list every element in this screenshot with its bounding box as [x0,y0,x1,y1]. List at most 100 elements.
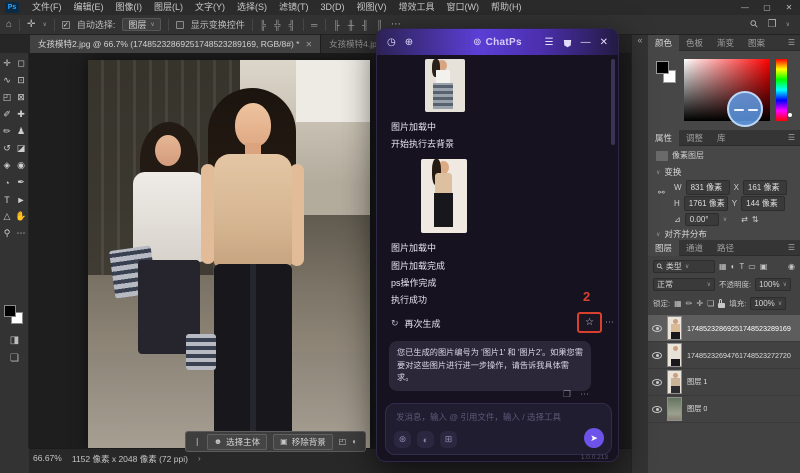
favorite-star-button[interactable]: ☆ [577,312,602,333]
opacity-dropdown[interactable]: 100% ∨ [755,278,791,291]
chevron-down-icon[interactable]: ∨ [723,216,727,223]
path-selection-tool[interactable]: ► [14,191,28,208]
menu-3d[interactable]: 3D(D) [315,0,351,15]
rotation-field[interactable]: 0.00° [684,213,719,226]
filter-image-icon[interactable]: ▦ [719,262,727,271]
attach-icon[interactable]: ⊛ [394,431,411,448]
tab-swatches[interactable]: 色板 [679,35,710,51]
style-palette-icon[interactable]: ◐ [417,431,434,448]
layer-thumbnail[interactable] [667,397,682,421]
tab-properties[interactable]: 属性 [648,129,680,146]
menu-layer[interactable]: 图层(L) [148,0,189,15]
dodge-tool[interactable]: ◔ [0,174,14,191]
align-top-icon[interactable]: ═ [311,20,318,30]
window-maximize-button[interactable]: ▢ [756,3,778,12]
menu-image[interactable]: 图像(I) [110,0,149,15]
menu-edit[interactable]: 编辑(E) [68,0,110,15]
healing-brush-tool[interactable]: ✚ [14,106,28,123]
tab-libraries[interactable]: 库 [710,130,733,146]
menu-type[interactable]: 文字(Y) [189,0,231,15]
distribute-right-icon[interactable]: ╢ [362,20,369,30]
autoselect-target-dropdown[interactable]: 图层 ∨ [122,18,161,31]
menu-view[interactable]: 视图(V) [351,0,393,15]
tab-adjustments[interactable]: 调整 [679,130,710,146]
align-left-icon[interactable]: ╠ [260,20,267,30]
visibility-eye-icon[interactable] [652,378,662,386]
layer-name[interactable]: 图层 1 [687,377,707,387]
tab-color[interactable]: 颜色 [648,34,680,51]
move-tool[interactable]: ✛ [0,55,14,72]
tab-channels[interactable]: 通道 [679,240,710,256]
distribute-left-icon[interactable]: ╟ [333,20,340,30]
marquee-tool[interactable]: ◻ [14,55,28,72]
pin-icon[interactable]: ☗ [563,37,572,48]
blur-tool[interactable]: ◉ [14,157,28,174]
align-right-icon[interactable]: ╣ [289,20,296,30]
layer-name[interactable]: 17485232694761748523272720 [687,351,791,360]
gradient-tool[interactable]: ◈ [0,157,14,174]
screen-mode-icon[interactable]: ❏ [0,353,29,364]
quick-mask-icon[interactable]: ◨ [0,335,29,346]
filter-adjustment-icon[interactable]: ◐ [731,262,736,271]
align-center-icon[interactable]: ╬ [274,20,281,30]
menu-file[interactable]: 文件(F) [26,0,68,15]
object-selection-tool[interactable]: ⊡ [14,72,28,89]
section-chevron-icon[interactable]: ∨ [656,231,660,238]
send-button[interactable]: ➤ [584,428,604,448]
lock-pixels-icon[interactable]: ✏ [686,299,693,308]
move-tool-icon[interactable]: ✛ [27,19,35,30]
crop-icon[interactable]: ◰ [339,437,347,446]
brush-tool[interactable]: ✏ [0,123,14,140]
lock-all-icon[interactable] [718,298,726,308]
close-icon[interactable]: ✕ [305,40,312,49]
layer-row[interactable]: 17485232694761748523272720 [648,342,800,369]
chat-input-box[interactable]: 发消息，输入 @ 引用文件，输入 / 选择工具 ⊛ ◐ ⊞ ➤ [385,403,612,455]
eraser-tool[interactable]: ◪ [14,140,28,157]
remove-background-button[interactable]: ▣ 移除背景 [273,433,333,450]
adjustment-icon[interactable]: ◐ [352,437,357,446]
eyedropper-tool[interactable]: ✐ [0,106,14,123]
chevron-down-icon[interactable]: ∨ [786,21,790,28]
generated-image-thumbnail-1[interactable] [425,59,465,112]
panel-menu-icon[interactable]: ☰ [788,38,800,47]
flip-horizontal-icon[interactable]: ⇄ [741,215,748,224]
history-icon[interactable]: ◷ [387,37,396,48]
filter-shape-icon[interactable]: ▭ [748,262,756,271]
zoom-tool[interactable]: ⚲ [0,225,14,242]
pen-tool[interactable]: ✒ [14,174,28,191]
new-chat-icon[interactable]: ⊕ [405,37,413,48]
status-chevron-icon[interactable]: › [198,453,201,463]
window-close-button[interactable]: ✕ [778,3,800,12]
tab-patterns[interactable]: 图案 [741,35,772,51]
tab-layers[interactable]: 图层 [648,239,680,256]
filter-smartobject-icon[interactable]: ▣ [760,262,768,271]
foreground-color-swatch[interactable] [4,305,16,317]
home-icon[interactable]: ⌂ [6,19,12,30]
lasso-tool[interactable]: ∿ [0,72,14,89]
layer-thumbnail[interactable] [667,370,682,394]
tab-paths[interactable]: 路径 [710,240,741,256]
layer-row[interactable]: 图层 0 [648,396,800,423]
lock-artboard-icon[interactable]: ❏ [707,299,714,308]
menu-window[interactable]: 窗口(W) [441,0,486,15]
more-actions-icon[interactable]: ⋯ [580,389,589,400]
y-field[interactable]: 144 像素 [741,196,786,211]
clone-stamp-tool[interactable]: ♟ [14,123,28,140]
hand-tool[interactable]: ✋ [14,208,28,225]
layer-filter-dropdown[interactable]: ⚲ 类型 ∨ [653,260,715,273]
menu-plugins[interactable]: 增效工具 [393,0,441,15]
width-field[interactable]: 831 像素 [685,180,730,195]
frame-tool[interactable]: ⊠ [14,89,28,106]
height-field[interactable]: 1761 像素 [683,196,728,211]
hue-slider-handle[interactable] [788,113,792,117]
copy-icon[interactable]: ❐ [563,389,571,400]
distribute-center-icon[interactable]: ╫ [348,20,355,30]
link-dimensions-icon[interactable]: ⚯ [658,188,665,197]
visibility-eye-icon[interactable] [652,405,662,413]
blend-mode-dropdown[interactable]: 正常 ∨ [653,278,715,291]
tools-box-icon[interactable]: ⊞ [440,431,457,448]
visibility-eye-icon[interactable] [652,324,662,332]
zoom-level[interactable]: 66.67% [33,453,62,463]
layer-row-selected[interactable]: 17485232869251748523289169 [648,315,800,342]
edit-toolbar-icon[interactable]: ⋯ [14,225,28,242]
